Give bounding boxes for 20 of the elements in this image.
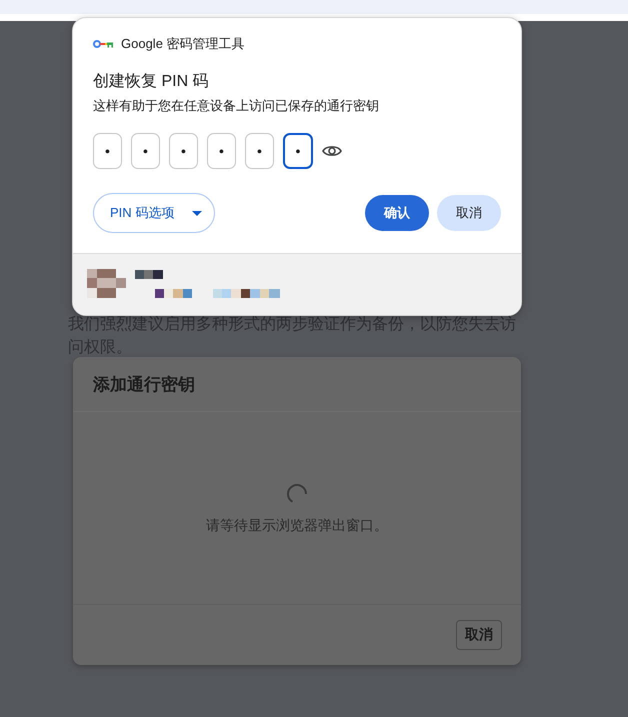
pin-digit-field[interactable]: • bbox=[169, 133, 198, 169]
cancel-button[interactable]: 取消 bbox=[437, 195, 501, 231]
dialog-title: 添加通行密钥 bbox=[93, 374, 195, 396]
pin-digit-field[interactable]: • bbox=[245, 133, 274, 169]
pin-digit-field[interactable]: • bbox=[283, 133, 313, 169]
popup-subtitle: 这样有助于您在任意设备上访问已保存的通行密钥 bbox=[93, 97, 380, 115]
pixelated-text bbox=[135, 270, 163, 279]
app-name: Google 密码管理工具 bbox=[121, 35, 245, 53]
pin-digit-field[interactable]: • bbox=[207, 133, 236, 169]
caret-icon bbox=[192, 210, 202, 216]
dialog-message: 请等待显示浏览器弹出窗口。 bbox=[206, 516, 388, 534]
pin-options-button[interactable]: PIN 码选项 bbox=[93, 193, 215, 233]
spinner-icon bbox=[286, 482, 308, 504]
confirm-button[interactable]: 确认 bbox=[365, 195, 429, 231]
pin-digit-field[interactable]: • bbox=[93, 133, 122, 169]
eye-icon[interactable] bbox=[322, 144, 342, 158]
pin-digit-field[interactable]: • bbox=[131, 133, 160, 169]
pixelated-avatar bbox=[87, 269, 126, 298]
popup-title: 创建恢复 PIN 码 bbox=[93, 72, 210, 92]
key-icon bbox=[93, 39, 113, 49]
